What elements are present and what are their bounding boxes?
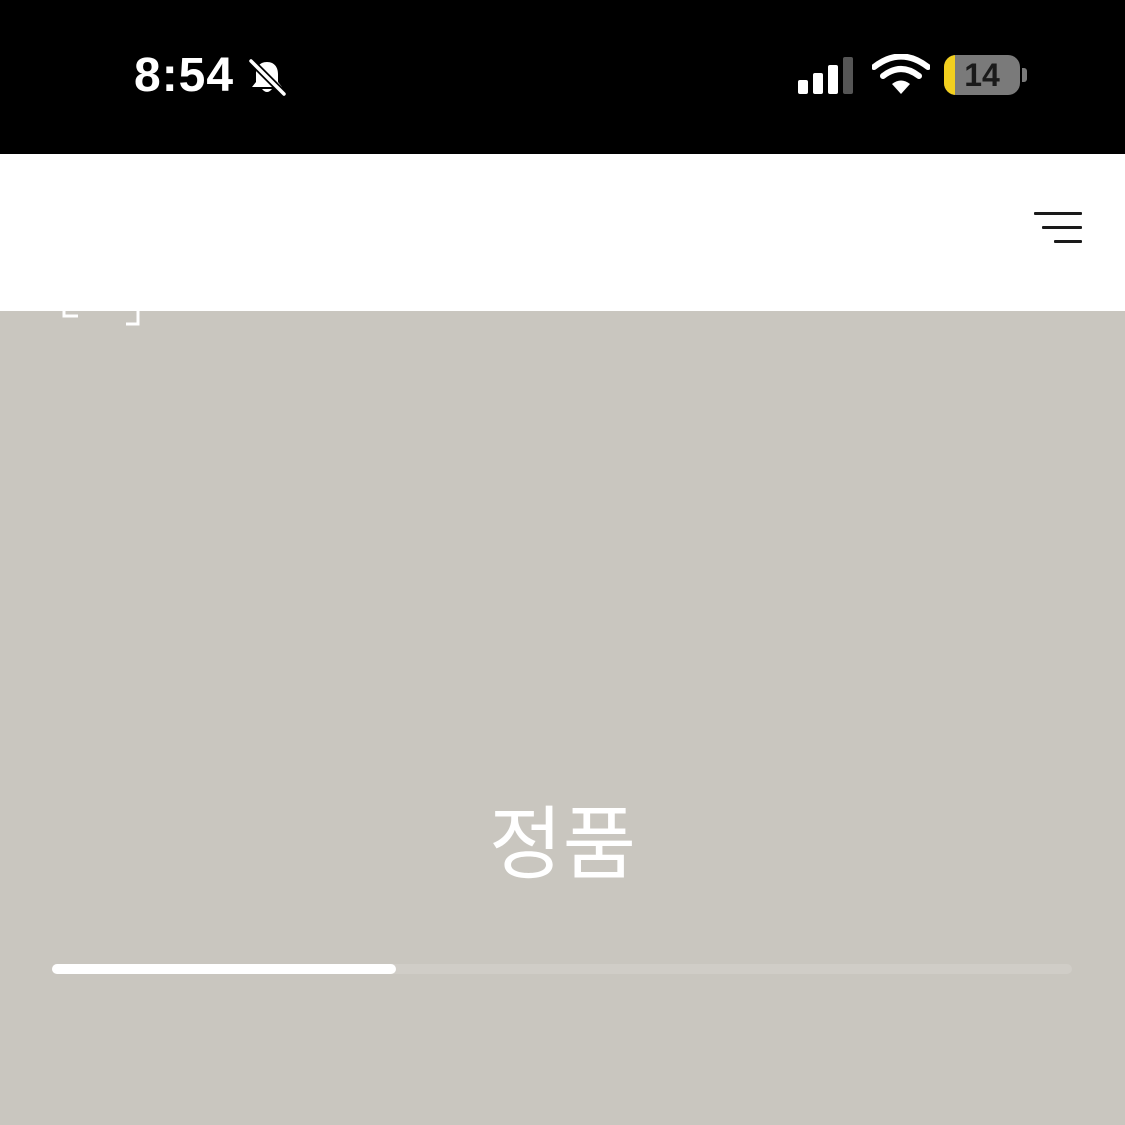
menu-line [1042,226,1082,229]
battery-cap [1022,68,1027,82]
slide-progress-track [52,964,1072,974]
menu-line [1034,212,1082,215]
status-time: 8:54 [134,49,235,102]
bell-slash-icon [248,58,287,97]
battery-indicator: 14 [944,55,1020,95]
hero-title: 정품 [488,798,637,891]
hamburger-menu-icon[interactable] [1030,202,1086,250]
slide-progress-fill [52,964,396,974]
logo-fragment-icon [62,304,140,326]
app-header [0,154,1125,311]
wifi-icon [872,54,930,94]
menu-line [1054,240,1082,243]
status-bar: 8:54 14 [0,0,1125,154]
battery-level: 14 [964,57,1000,93]
cellular-signal-icon [798,57,853,94]
